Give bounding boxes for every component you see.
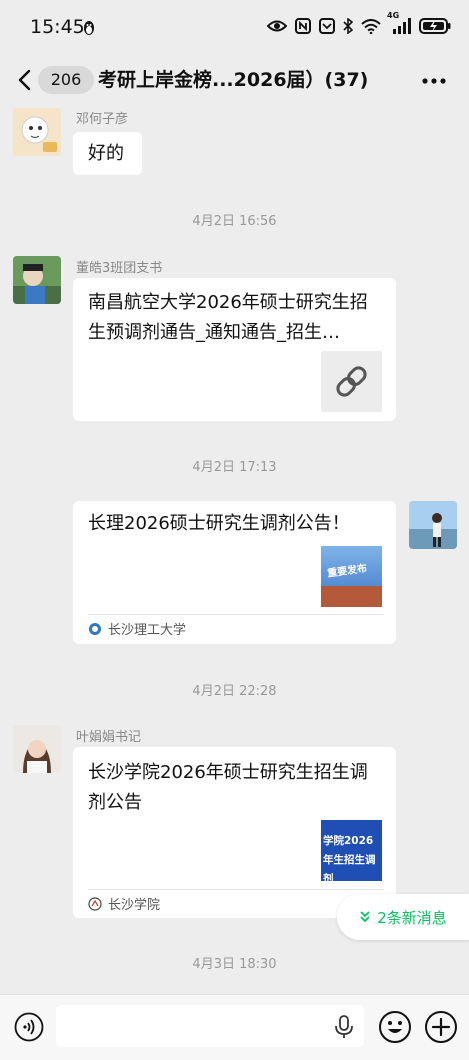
sender-name: 邓何子彦 (76, 112, 129, 127)
double-chevron-down-icon (360, 911, 370, 923)
source-name: 长沙理工大学 (108, 623, 187, 638)
microphone-icon[interactable] (334, 1015, 354, 1039)
divider (88, 614, 384, 615)
more-dots-icon (422, 78, 446, 84)
article-source[interactable]: 长沙理工大学 (88, 619, 186, 638)
more-functions-button[interactable] (424, 1010, 458, 1044)
status-time: 15:45 (30, 16, 85, 38)
university-logo-icon (88, 896, 102, 911)
article-thumbnail: 重要发布 (321, 546, 382, 607)
new-messages-button[interactable]: 2条新消息 (337, 894, 469, 940)
message-input[interactable] (56, 1005, 364, 1047)
status-icons: 4G (267, 11, 451, 34)
message-text: 好的 (88, 143, 124, 164)
bluetooth-icon (343, 18, 353, 34)
input-bar (0, 994, 469, 1060)
nfc-icon (295, 18, 311, 34)
article-card-title: 长理2026硕士研究生调剂公告！ (88, 513, 350, 534)
text-message-bubble[interactable]: 好的 (73, 132, 142, 175)
status-bar: 15:45 4G (0, 0, 469, 58)
profile-photo-icon (409, 501, 457, 549)
article-card-title: 长沙学院2026年硕士研究生招生调剂公告 (88, 762, 368, 813)
chat-message-list[interactable]: 邓何子彦 好的 4月2日 16:56 董皓3班团支书 南昌航空大学2026年硕士… (0, 104, 469, 994)
timestamp: 4月2日 17:13 (192, 460, 277, 475)
link-thumbnail (321, 351, 382, 412)
network-type: 4G (387, 11, 400, 20)
cartoon-avatar-icon (13, 108, 61, 156)
signal-icon: 4G (387, 11, 411, 34)
avatar[interactable] (13, 108, 61, 156)
battery-icon (419, 18, 451, 34)
profile-photo-icon (13, 725, 61, 773)
emoji-button[interactable] (378, 1010, 412, 1044)
avatar[interactable] (409, 501, 457, 549)
voice-wave-icon (14, 1012, 44, 1042)
timestamp: 4月2日 22:28 (192, 684, 277, 699)
alarm-icon (319, 18, 335, 34)
avatar[interactable] (13, 256, 61, 304)
article-source[interactable]: 长沙学院 (88, 894, 160, 913)
divider (88, 889, 384, 890)
more-options-button[interactable] (421, 70, 447, 92)
link-card-title: 南昌航空大学2026年硕士研究生招生预调剂通告_通知通告_招生… (88, 292, 368, 343)
chat-header: 206 考研上岸金榜...2026届）(37) (0, 58, 469, 104)
source-name: 长沙学院 (108, 898, 161, 913)
qq-penguin-icon (82, 20, 96, 40)
smiley-icon (379, 1011, 411, 1043)
article-card-message[interactable]: 长沙学院2026年硕士研究生招生调剂公告 学院2026年生招生调剂 长沙学院 (73, 747, 396, 918)
sender-name: 叶娟娟书记 (76, 730, 142, 745)
thumbnail-text: 重要发布 (326, 563, 368, 580)
article-thumbnail: 学院2026年生招生调剂 (321, 820, 382, 881)
new-messages-label: 2条新消息 (377, 908, 447, 927)
chevron-left-icon (18, 69, 31, 91)
sender-name: 董皓3班团支书 (76, 261, 163, 276)
unread-count-badge[interactable]: 206 (38, 66, 94, 94)
link-card-message[interactable]: 南昌航空大学2026年硕士研究生招生预调剂通告_通知通告_招生… (73, 278, 396, 421)
timestamp: 4月3日 18:30 (192, 957, 277, 972)
thumbnail-text: 学院2026年生招生调剂 (323, 835, 376, 881)
back-button[interactable] (14, 68, 38, 92)
university-logo-icon (89, 622, 101, 635)
chat-title[interactable]: 考研上岸金榜...2026届）(37) (98, 66, 368, 94)
voice-button[interactable] (14, 1012, 44, 1042)
eye-icon (267, 19, 287, 33)
avatar[interactable] (13, 725, 61, 773)
timestamp: 4月2日 16:56 (192, 214, 277, 229)
plus-icon (425, 1011, 457, 1043)
link-icon (336, 366, 367, 397)
cartoon-avatar-icon (13, 256, 61, 304)
article-card-message[interactable]: 长理2026硕士研究生调剂公告！ 重要发布 长沙理工大学 (73, 501, 396, 644)
wifi-icon (361, 18, 381, 34)
